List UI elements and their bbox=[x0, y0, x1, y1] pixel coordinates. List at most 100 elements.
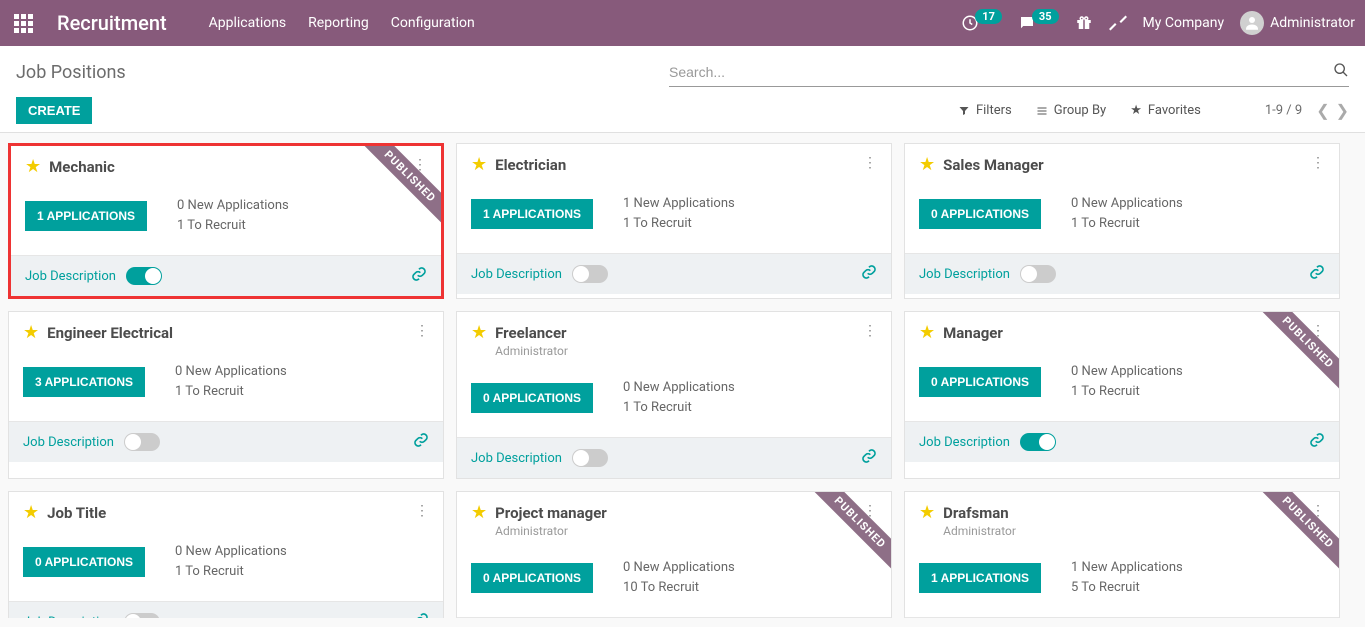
applications-button[interactable]: 1 APPLICATIONS bbox=[471, 199, 593, 229]
job-card[interactable]: ★ Sales Manager ⋮ 0 APPLICATIONS 0 New A… bbox=[904, 143, 1340, 299]
pager-text: 1-9 / 9 bbox=[1265, 103, 1302, 118]
job-card[interactable]: ★ Electrician ⋮ 1 APPLICATIONS 1 New App… bbox=[456, 143, 892, 299]
search-icon[interactable] bbox=[1333, 62, 1349, 82]
job-card[interactable]: PUBLISHED ★ Project manager Administrato… bbox=[456, 491, 892, 618]
applications-button[interactable]: 3 APPLICATIONS bbox=[23, 367, 145, 397]
publish-toggle[interactable] bbox=[126, 267, 162, 285]
applications-button[interactable]: 1 APPLICATIONS bbox=[919, 563, 1041, 593]
publish-toggle[interactable] bbox=[124, 433, 160, 451]
stat-to-recruit: 1 To Recruit bbox=[177, 216, 289, 236]
card-title: Sales Manager bbox=[943, 156, 1303, 174]
job-description-link[interactable]: Job Description bbox=[23, 615, 114, 619]
company-selector[interactable]: My Company bbox=[1143, 15, 1225, 31]
link-icon[interactable] bbox=[411, 266, 427, 286]
pager-prev[interactable]: ❮ bbox=[1316, 101, 1329, 121]
nav-configuration[interactable]: Configuration bbox=[391, 15, 475, 31]
filters-label: Filters bbox=[976, 103, 1012, 118]
activities-icon[interactable]: 17 bbox=[961, 14, 1002, 32]
publish-toggle[interactable] bbox=[124, 613, 160, 618]
filters-button[interactable]: Filters bbox=[958, 103, 1012, 118]
link-icon[interactable] bbox=[1309, 264, 1325, 284]
card-title: Job Title bbox=[47, 504, 407, 522]
applications-button[interactable]: 1 APPLICATIONS bbox=[25, 201, 147, 231]
job-description-link[interactable]: Job Description bbox=[23, 435, 114, 450]
messages-icon[interactable]: 35 bbox=[1018, 14, 1059, 32]
controlbar: Job Positions CREATE Filters Group By ★ … bbox=[0, 46, 1365, 133]
star-icon[interactable]: ★ bbox=[471, 504, 487, 522]
card-title: Electrician bbox=[495, 156, 855, 174]
kebab-icon[interactable]: ⋮ bbox=[1311, 156, 1325, 170]
applications-button[interactable]: 0 APPLICATIONS bbox=[23, 547, 145, 577]
kebab-icon[interactable]: ⋮ bbox=[415, 324, 429, 338]
favorites-button[interactable]: ★ Favorites bbox=[1130, 103, 1201, 118]
star-icon[interactable]: ★ bbox=[919, 156, 935, 174]
job-card[interactable]: ★ Freelancer Administrator ⋮ 0 APPLICATI… bbox=[456, 311, 892, 479]
star-icon[interactable]: ★ bbox=[471, 324, 487, 342]
star-icon[interactable]: ★ bbox=[919, 504, 935, 522]
link-icon[interactable] bbox=[413, 432, 429, 452]
card-subtitle: Administrator bbox=[943, 524, 1303, 538]
stat-new-applications: 0 New Applications bbox=[177, 196, 289, 216]
stats: 0 New Applications 10 To Recruit bbox=[623, 558, 735, 597]
link-icon[interactable] bbox=[413, 612, 429, 618]
search-box bbox=[669, 58, 1349, 87]
applications-button[interactable]: 0 APPLICATIONS bbox=[919, 199, 1041, 229]
job-card[interactable]: ★ Engineer Electrical ⋮ 3 APPLICATIONS 0… bbox=[8, 311, 444, 479]
star-icon[interactable]: ★ bbox=[471, 156, 487, 174]
link-icon[interactable] bbox=[1309, 432, 1325, 452]
stat-to-recruit: 10 To Recruit bbox=[623, 578, 735, 598]
stat-new-applications: 0 New Applications bbox=[175, 542, 287, 562]
user-menu[interactable]: Administrator bbox=[1240, 11, 1355, 35]
user-name: Administrator bbox=[1270, 15, 1355, 31]
star-icon[interactable]: ★ bbox=[25, 158, 41, 176]
applications-button[interactable]: 0 APPLICATIONS bbox=[471, 563, 593, 593]
star-icon[interactable]: ★ bbox=[23, 504, 39, 522]
topbar-right: 17 35 My Company Administrator bbox=[961, 11, 1355, 35]
card-subtitle: Administrator bbox=[495, 524, 855, 538]
groupby-label: Group By bbox=[1054, 103, 1107, 118]
apps-icon[interactable] bbox=[10, 10, 37, 37]
card-title: Drafsman bbox=[943, 504, 1303, 522]
job-card[interactable]: PUBLISHED ★ Mechanic ⋮ 1 APPLICATIONS 0 … bbox=[8, 143, 444, 299]
card-title: Manager bbox=[943, 324, 1303, 342]
nav-applications[interactable]: Applications bbox=[209, 15, 287, 31]
publish-toggle[interactable] bbox=[572, 265, 608, 283]
stats: 0 New Applications 1 To Recruit bbox=[623, 378, 735, 417]
kebab-icon[interactable]: ⋮ bbox=[415, 504, 429, 518]
publish-toggle[interactable] bbox=[1020, 433, 1056, 451]
applications-button[interactable]: 0 APPLICATIONS bbox=[471, 383, 593, 413]
link-icon[interactable] bbox=[861, 264, 877, 284]
search-input[interactable] bbox=[669, 64, 1333, 80]
gift-icon[interactable] bbox=[1075, 14, 1093, 32]
stat-to-recruit: 5 To Recruit bbox=[1071, 578, 1183, 598]
create-button[interactable]: CREATE bbox=[16, 97, 92, 124]
stat-to-recruit: 1 To Recruit bbox=[1071, 214, 1183, 234]
star-icon[interactable]: ★ bbox=[919, 324, 935, 342]
stat-to-recruit: 1 To Recruit bbox=[175, 562, 287, 582]
tools-icon[interactable] bbox=[1109, 14, 1127, 32]
star-icon[interactable]: ★ bbox=[23, 324, 39, 342]
job-card[interactable]: PUBLISHED ★ Drafsman Administrator ⋮ 1 A… bbox=[904, 491, 1340, 618]
stat-new-applications: 0 New Applications bbox=[175, 362, 287, 382]
job-description-link[interactable]: Job Description bbox=[919, 435, 1010, 450]
applications-button[interactable]: 0 APPLICATIONS bbox=[919, 367, 1041, 397]
job-description-link[interactable]: Job Description bbox=[919, 267, 1010, 282]
filters-group: Filters Group By ★ Favorites 1-9 / 9 ❮ ❯ bbox=[958, 101, 1349, 121]
job-description-link[interactable]: Job Description bbox=[471, 267, 562, 282]
publish-toggle[interactable] bbox=[572, 449, 608, 467]
groupby-button[interactable]: Group By bbox=[1036, 103, 1107, 118]
pager-next[interactable]: ❯ bbox=[1336, 101, 1349, 121]
nav-reporting[interactable]: Reporting bbox=[308, 15, 369, 31]
link-icon[interactable] bbox=[861, 448, 877, 468]
publish-toggle[interactable] bbox=[1020, 265, 1056, 283]
job-card[interactable]: ★ Job Title ⋮ 0 APPLICATIONS 0 New Appli… bbox=[8, 491, 444, 618]
pager: 1-9 / 9 ❮ ❯ bbox=[1265, 101, 1349, 121]
job-description-link[interactable]: Job Description bbox=[25, 269, 116, 284]
kebab-icon[interactable]: ⋮ bbox=[863, 156, 877, 170]
card-title: Freelancer bbox=[495, 324, 855, 342]
stat-new-applications: 0 New Applications bbox=[1071, 362, 1183, 382]
job-card[interactable]: PUBLISHED ★ Manager ⋮ 0 APPLICATIONS 0 N… bbox=[904, 311, 1340, 479]
kebab-icon[interactable]: ⋮ bbox=[863, 324, 877, 338]
job-description-link[interactable]: Job Description bbox=[471, 451, 562, 466]
filter-icon bbox=[958, 105, 970, 117]
